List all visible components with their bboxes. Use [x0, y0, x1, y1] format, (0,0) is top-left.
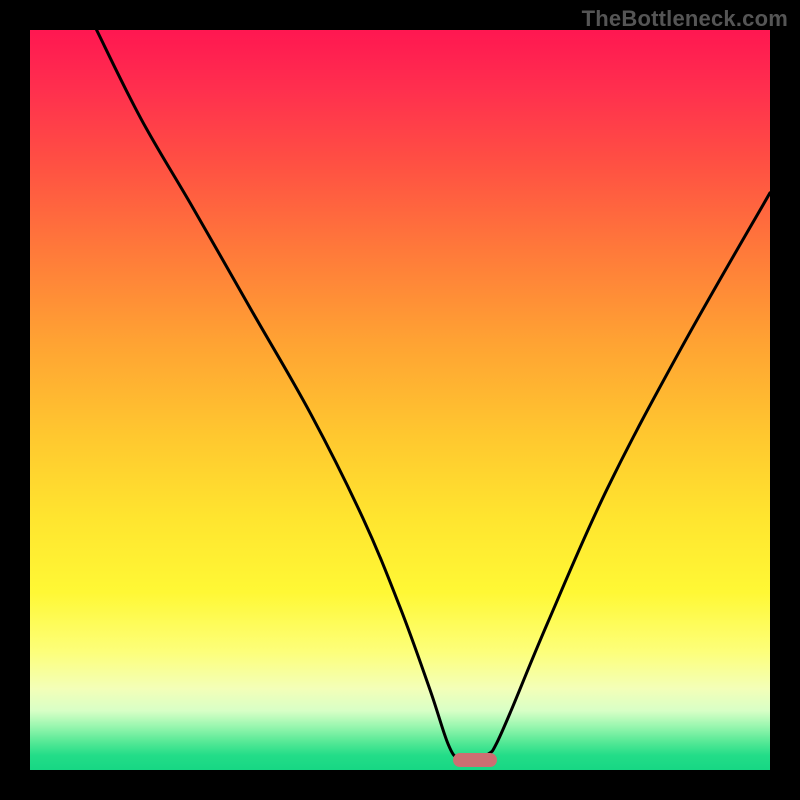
bottleneck-curve	[30, 30, 770, 770]
watermark-text: TheBottleneck.com	[582, 6, 788, 32]
curve-path	[97, 30, 770, 760]
optimal-marker	[453, 753, 497, 767]
plot-area	[30, 30, 770, 770]
chart-container: TheBottleneck.com	[0, 0, 800, 800]
